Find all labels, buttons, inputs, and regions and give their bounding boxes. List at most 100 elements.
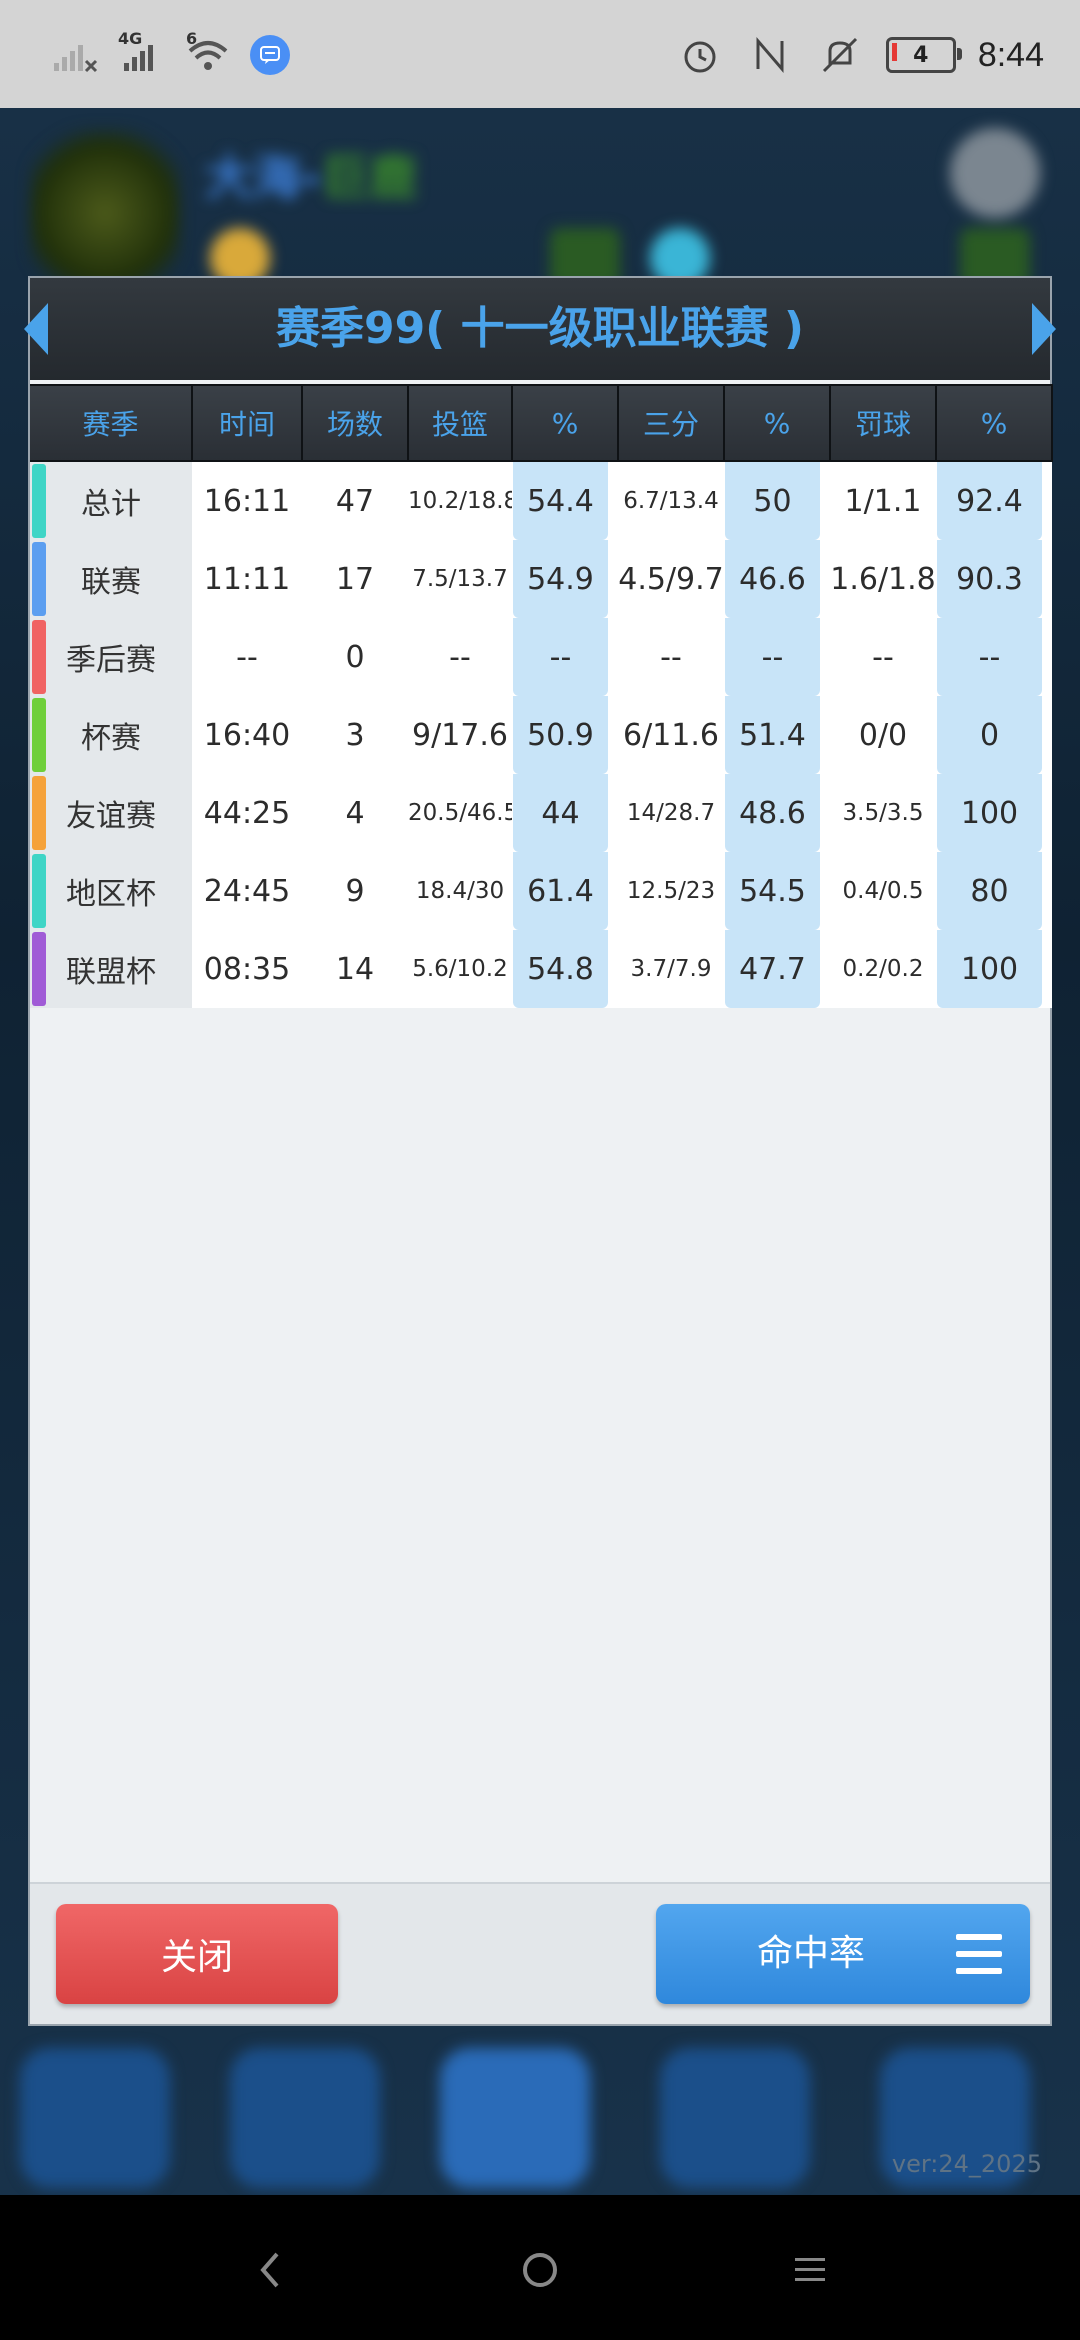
home-icon[interactable] [505, 2235, 575, 2305]
prev-season-arrow-icon[interactable] [24, 303, 48, 355]
col-header-season[interactable]: 赛季 [30, 384, 193, 462]
clock-time: 8:44 [977, 35, 1044, 74]
ft-pct-cell: 100 [936, 774, 1052, 852]
status-bar-left: 4G 6 [52, 29, 290, 80]
chat-badge-icon [250, 35, 290, 75]
dialog-footer: 关闭 命中率 [30, 1882, 1050, 2024]
three-cell: 6.7/13.4 [618, 461, 724, 540]
version-label: ver:24_2025 [891, 2150, 1042, 2178]
table-header-row: 赛季 时间 场数 投篮 % 三分 % 罚球 % [30, 384, 1053, 462]
status-bar-right: 4 8:44 [676, 28, 1044, 82]
wifi-icon: 6 [184, 29, 232, 75]
three-cell: 12.5/23 [618, 852, 724, 930]
fg-cell: 9/17.6 [408, 696, 512, 774]
games-cell: 14 [302, 930, 408, 1008]
ft-cell: 0.2/0.2 [830, 930, 936, 1008]
col-header-fg[interactable]: 投篮 [408, 384, 513, 462]
time-cell: 24:45 [192, 852, 302, 930]
fg-cell: -- [408, 618, 512, 696]
row-name-cell: 总计 [30, 461, 192, 540]
settings-gear-icon [950, 128, 1040, 218]
three-cell: 6/11.6 [618, 696, 724, 774]
row-name-cell: 季后赛 [30, 618, 192, 696]
ft-cell: 1.6/1.8 [830, 540, 936, 618]
col-header-ft[interactable]: 罚球 [830, 384, 937, 462]
fg-pct-cell: 50.9 [512, 696, 618, 774]
team-name-a: 大海- [205, 150, 321, 206]
ft-pct-cell: 0 [936, 696, 1052, 774]
wifi-6-label: 6 [186, 29, 198, 48]
col-header-games[interactable]: 场数 [302, 384, 409, 462]
back-icon[interactable] [235, 2235, 305, 2305]
ft-pct-cell: 80 [936, 852, 1052, 930]
row-name-cell: 联盟杯 [30, 930, 192, 1008]
time-cell: -- [192, 618, 302, 696]
alarm-icon [676, 35, 724, 75]
table-row: 地区杯 24:45 9 18.4/30 61.4 12.5/23 54.5 0.… [30, 852, 1052, 930]
table-row: 友谊赛 44:25 4 20.5/46.5 44 14/28.7 48.6 3.… [30, 774, 1052, 852]
three-pct-cell: -- [724, 618, 830, 696]
next-season-arrow-icon[interactable] [1032, 303, 1056, 355]
three-pct-cell: 54.5 [724, 852, 830, 930]
col-header-three-pct[interactable]: % [724, 384, 831, 462]
three-cell: 4.5/9.7 [618, 540, 724, 618]
row-color-stripe [32, 932, 46, 1006]
three-pct-cell: 46.6 [724, 540, 830, 618]
time-cell: 08:35 [192, 930, 302, 1008]
fg-cell: 20.5/46.5 [408, 774, 518, 852]
games-cell: 47 [302, 461, 408, 540]
fg-pct-cell: -- [512, 618, 618, 696]
table-row: 季后赛 -- 0 -- -- -- -- -- -- [30, 618, 1052, 696]
season-stats-dialog: 赛季99( 十一级职业联赛 ) 赛季 时间 场数 投篮 % 三分 % 罚球 % … [24, 276, 1056, 2026]
signal-x-icon [52, 35, 100, 75]
fg-cell: 18.4/30 [408, 852, 512, 930]
ft-pct-cell: -- [936, 618, 1052, 696]
close-button[interactable]: 关闭 [56, 1904, 338, 2004]
ft-cell: -- [830, 618, 936, 696]
row-name-cell: 杯赛 [30, 696, 192, 774]
recents-menu-icon[interactable] [775, 2235, 845, 2305]
col-header-three[interactable]: 三分 [618, 384, 725, 462]
fg-cell: 10.2/18.8 [408, 461, 518, 540]
col-header-fg-pct[interactable]: % [512, 384, 619, 462]
fg-pct-cell: 54.4 [512, 461, 618, 540]
team-name-b: 巨鹿 [320, 150, 417, 206]
three-pct-cell: 50 [724, 461, 830, 540]
battery-low-indicator [891, 43, 897, 61]
table-row: 联赛 11:11 17 7.5/13.7 54.9 4.5/9.7 46.6 1… [30, 540, 1052, 618]
status-bar: 4G 6 4 8:44 [0, 0, 1080, 108]
table-row: 总计 16:11 47 10.2/18.8 54.4 6.7/13.4 50 1… [30, 461, 1052, 540]
table-row: 联盟杯 08:35 14 5.6/10.2 54.8 3.7/7.9 47.7 … [30, 930, 1052, 1008]
three-pct-cell: 47.7 [724, 930, 830, 1008]
col-header-ft-pct[interactable]: % [936, 384, 1053, 462]
row-color-stripe [32, 854, 46, 928]
games-cell: 4 [302, 774, 408, 852]
games-cell: 9 [302, 852, 408, 930]
games-cell: 3 [302, 696, 408, 774]
ft-cell: 0/0 [830, 696, 936, 774]
table-row: 杯赛 16:40 3 9/17.6 50.9 6/11.6 51.4 0/0 0 [30, 696, 1052, 774]
team-logo [30, 128, 180, 298]
navigation-bar [0, 2195, 1080, 2340]
ft-pct-cell: 100 [936, 930, 1052, 1008]
games-cell: 0 [302, 618, 408, 696]
row-color-stripe [32, 776, 46, 850]
row-name-cell: 友谊赛 [30, 774, 192, 852]
fg-pct-cell: 54.8 [512, 930, 618, 1008]
mute-icon [816, 35, 864, 75]
dialog-title: 赛季99( 十一级职业联赛 ) [275, 303, 805, 354]
fg-pct-cell: 44 [512, 774, 618, 852]
ft-cell: 0.4/0.5 [830, 852, 936, 930]
stats-table: 赛季 时间 场数 投篮 % 三分 % 罚球 % 总计 16:11 47 10.2… [30, 384, 1053, 1008]
three-cell: 3.7/7.9 [618, 930, 724, 1008]
fg-cell: 7.5/13.7 [408, 540, 512, 618]
row-color-stripe [32, 620, 46, 694]
hit-rate-button[interactable]: 命中率 [656, 1904, 1030, 2004]
time-cell: 44:25 [192, 774, 302, 852]
network-4g-label: 4G [118, 29, 143, 48]
row-name-cell: 联赛 [30, 540, 192, 618]
battery-level: 4 [913, 42, 929, 68]
col-header-time[interactable]: 时间 [192, 384, 303, 462]
ft-pct-cell: 90.3 [936, 540, 1052, 618]
three-pct-cell: 48.6 [724, 774, 830, 852]
